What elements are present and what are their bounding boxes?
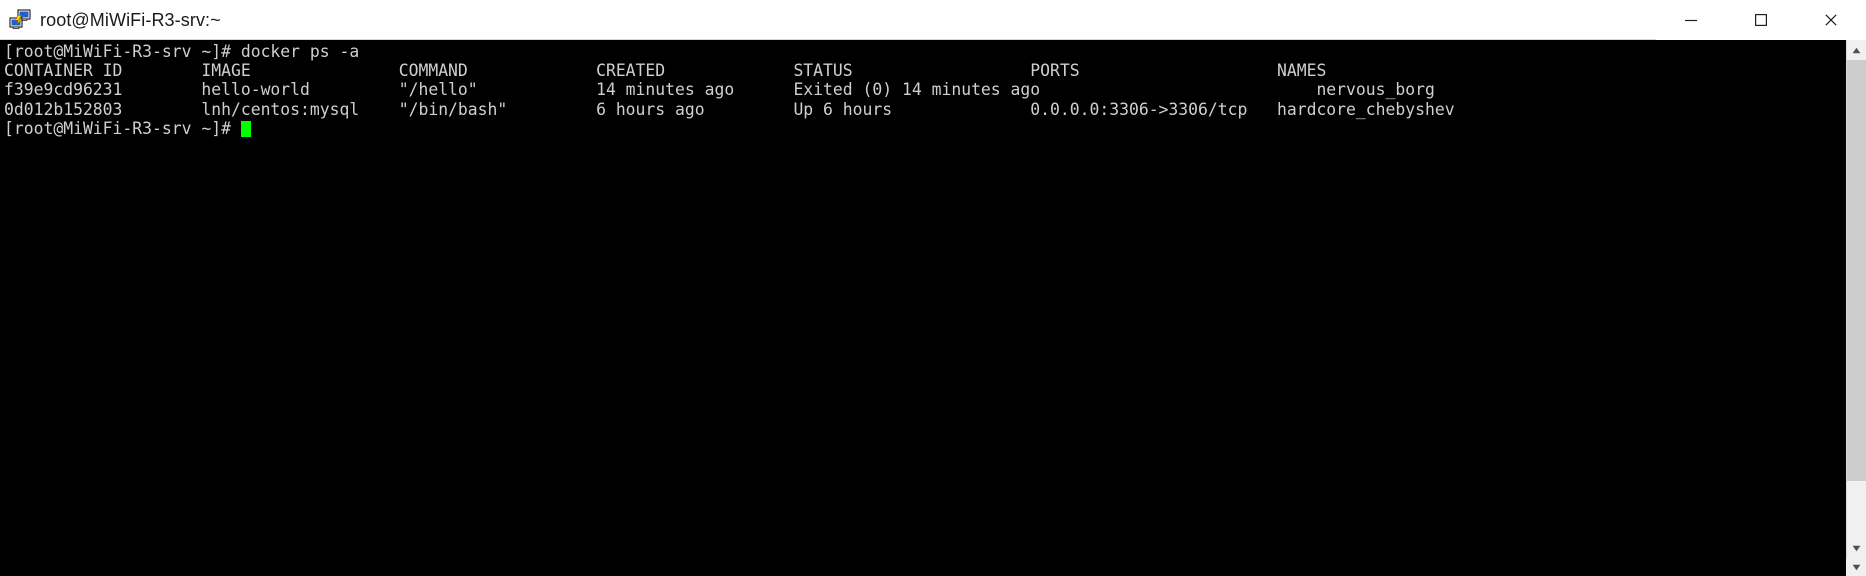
maximize-icon bbox=[1755, 14, 1768, 27]
chevron-down-icon bbox=[1852, 545, 1861, 551]
resize-grip[interactable] bbox=[1846, 558, 1866, 576]
terminal-prompt-line: [root@MiWiFi-R3-srv ~]# bbox=[4, 119, 1846, 138]
putty-terminal-window: root@MiWiFi-R3-srv:~ [root@MiWiFi-R3-srv… bbox=[0, 0, 1866, 576]
prompt-text: [root@MiWiFi-R3-srv ~]# bbox=[4, 118, 241, 138]
chevron-up-icon bbox=[1852, 47, 1861, 53]
scrollbar-track[interactable] bbox=[1847, 60, 1866, 538]
scrollbar-thumb[interactable] bbox=[1847, 60, 1866, 481]
scroll-up-arrow[interactable] bbox=[1847, 40, 1866, 60]
window-title: root@MiWiFi-R3-srv:~ bbox=[40, 9, 221, 30]
vertical-scrollbar[interactable] bbox=[1846, 40, 1866, 558]
table-row: f39e9cd96231 hello-world "/hello" 14 min… bbox=[4, 80, 1435, 100]
minimize-button[interactable] bbox=[1656, 0, 1726, 40]
close-icon bbox=[1825, 14, 1837, 26]
chevron-down-icon bbox=[1852, 564, 1860, 570]
terminal-command-line: [root@MiWiFi-R3-srv ~]# docker ps -a bbox=[4, 42, 360, 61]
table-row: 0d012b152803 lnh/centos:mysql "/bin/bash… bbox=[4, 99, 1455, 119]
title-bar[interactable]: root@MiWiFi-R3-srv:~ bbox=[0, 0, 1866, 40]
minimize-icon bbox=[1685, 19, 1697, 22]
terminal-screen[interactable]: [root@MiWiFi-R3-srv ~]# docker ps -a CON… bbox=[0, 40, 1846, 558]
terminal-area: [root@MiWiFi-R3-srv ~]# docker ps -a CON… bbox=[0, 40, 1866, 558]
window-controls bbox=[1656, 0, 1866, 40]
close-button[interactable] bbox=[1796, 0, 1866, 40]
maximize-button[interactable] bbox=[1726, 0, 1796, 40]
block-cursor bbox=[240, 120, 251, 137]
window-bottom-strip bbox=[0, 558, 1866, 576]
docker-ps-header-row: CONTAINER ID IMAGE COMMAND CREATED STATU… bbox=[4, 61, 1327, 81]
putty-computer-icon bbox=[9, 9, 31, 31]
scroll-down-arrow[interactable] bbox=[1847, 538, 1866, 558]
